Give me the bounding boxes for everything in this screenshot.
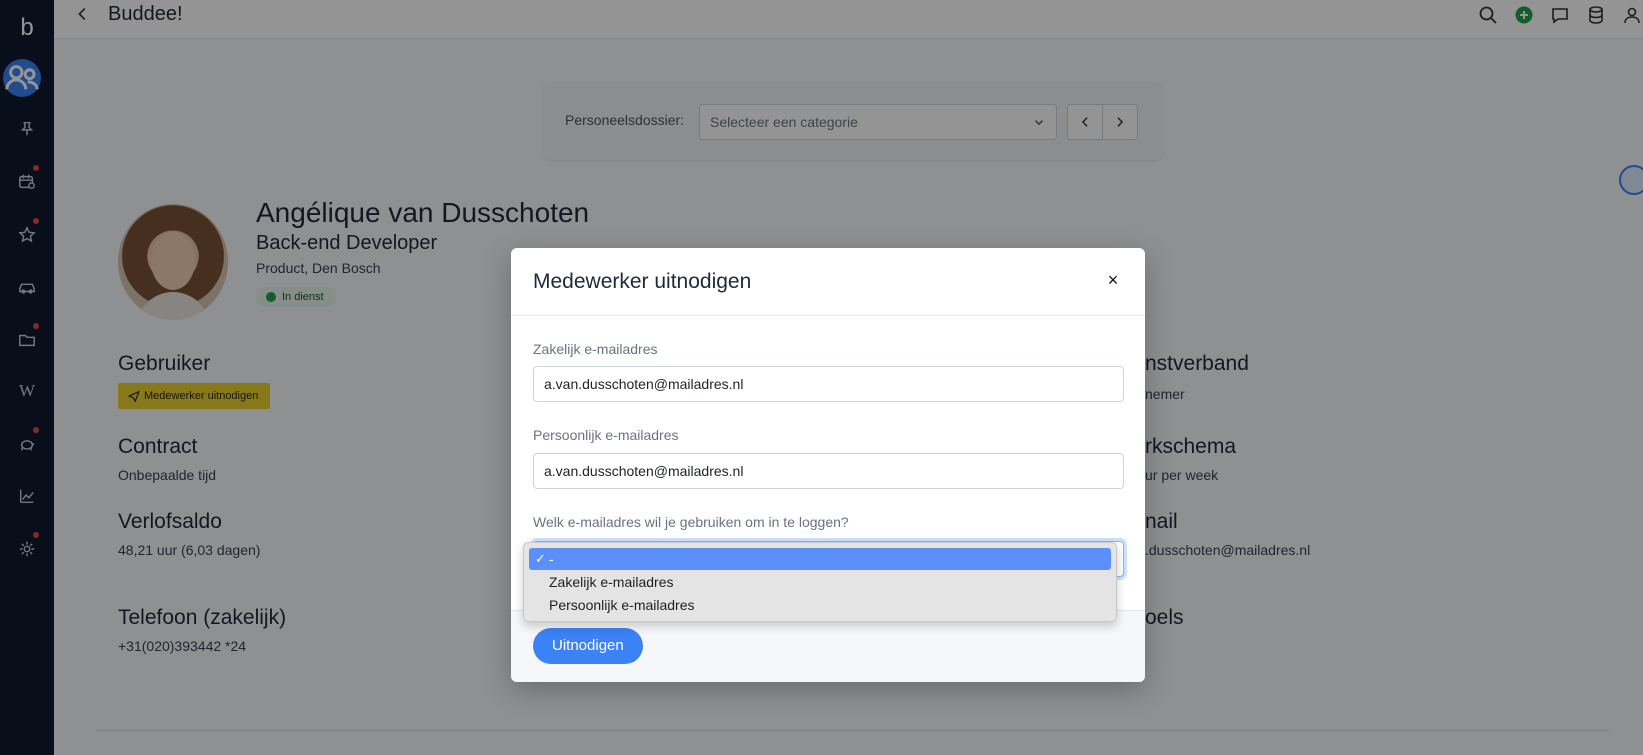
option-none[interactable]: ✓ -: [529, 548, 1111, 570]
personal-email-field[interactable]: a.van.dusschoten@mailadres.nl: [533, 453, 1124, 489]
checkmark-icon: ✓: [535, 551, 546, 566]
personal-email-label: Persoonlijk e-mailadres: [533, 427, 679, 443]
option-business-email[interactable]: Zakelijk e-mailadres: [529, 571, 1111, 593]
modal-header: Medewerker uitnodigen ×: [511, 248, 1145, 316]
login-email-label: Welk e-mailadres wil je gebruiken om in …: [533, 514, 849, 530]
invite-submit-button[interactable]: Uitnodigen: [533, 628, 643, 664]
business-email-field[interactable]: a.van.dusschoten@mailadres.nl: [533, 366, 1124, 402]
business-email-label: Zakelijk e-mailadres: [533, 341, 658, 357]
login-email-options: ✓ - Zakelijk e-mailadres Persoonlijk e-m…: [523, 542, 1117, 622]
option-label: -: [549, 551, 554, 567]
option-personal-email[interactable]: Persoonlijk e-mailadres: [529, 594, 1111, 616]
close-icon[interactable]: ×: [1103, 270, 1123, 290]
modal-title: Medewerker uitnodigen: [533, 270, 752, 293]
